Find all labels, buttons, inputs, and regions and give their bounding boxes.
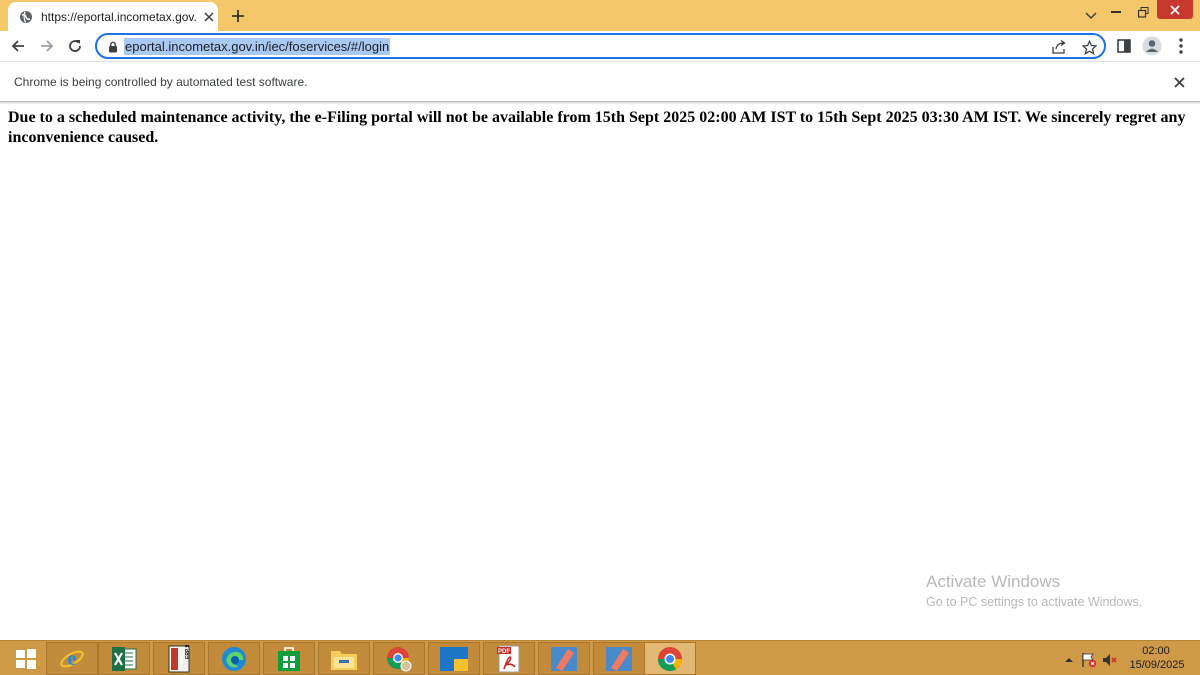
plus-icon[interactable] [228,6,248,26]
kebab-menu-icon[interactable] [1169,34,1193,58]
start-icon[interactable] [0,642,52,675]
svg-text:ERP 9: ERP 9 [185,645,191,659]
side-panel-icon[interactable] [1112,34,1136,58]
window-close-button[interactable] [1157,0,1193,19]
tab-title: https://eportal.incometax.gov.in/ [41,9,197,24]
star-icon[interactable] [1079,38,1099,56]
url-text[interactable]: eportal.incometax.gov.in/iec/foservices/… [124,38,391,55]
address-bar[interactable]: eportal.incometax.gov.in/iec/foservices/… [95,33,1106,59]
internet-explorer-icon[interactable]: e [46,642,98,675]
folder-app-icon[interactable] [428,642,480,675]
title-bar: https://eportal.incometax.gov.in/ [0,0,1200,31]
forward-icon[interactable] [35,34,59,58]
restore-icon[interactable] [1133,0,1153,24]
browser-tab[interactable]: https://eportal.incometax.gov.in/ [8,2,218,31]
speaker-muted-icon[interactable] [1102,652,1118,668]
profile-icon[interactable] [1140,34,1164,58]
infobar-message: Chrome is being controlled by automated … [14,75,308,89]
taskbar: e Tally ERP 9 PDF [0,640,1200,675]
back-icon[interactable] [6,34,30,58]
globe-icon [19,10,33,24]
close-icon[interactable] [201,9,217,25]
tab-list-icon[interactable] [1080,4,1102,28]
reload-icon[interactable] [63,34,87,58]
minimize-icon[interactable] [1106,0,1126,24]
automation-infobar: Chrome is being controlled by automated … [0,61,1200,102]
lock-icon[interactable] [106,40,120,54]
share-icon[interactable] [1049,38,1069,56]
clock-time[interactable]: 02:00 [1130,645,1182,657]
maintenance-message: Due to a scheduled maintenance activity,… [8,109,1186,146]
pen-app-icon[interactable] [538,642,590,675]
pdf-label: PDF [498,649,510,655]
clock-date[interactable]: 15/09/2025 [1126,659,1188,671]
pen-app-icon[interactable] [593,642,645,675]
chrome-profile-icon[interactable] [373,642,425,675]
edge-icon[interactable] [208,642,260,675]
chevron-up-icon[interactable] [1061,652,1077,668]
file-explorer-icon[interactable] [318,642,370,675]
close-icon[interactable] [1170,73,1188,91]
activation-watermark-subtitle: Go to PC settings to activate Windows. [926,595,1143,609]
excel-icon[interactable] [98,642,150,675]
svg-text:e: e [68,648,77,670]
tally-erp-icon[interactable]: Tally ERP 9 [153,642,205,675]
browser-toolbar: eportal.incometax.gov.in/iec/foservices/… [0,31,1200,61]
flag-alert-icon[interactable] [1081,652,1097,668]
activation-watermark-title: Activate Windows [926,572,1061,591]
chrome-icon[interactable] [644,642,696,675]
pdf-icon[interactable]: PDF [483,642,535,675]
store-icon[interactable] [263,642,315,675]
